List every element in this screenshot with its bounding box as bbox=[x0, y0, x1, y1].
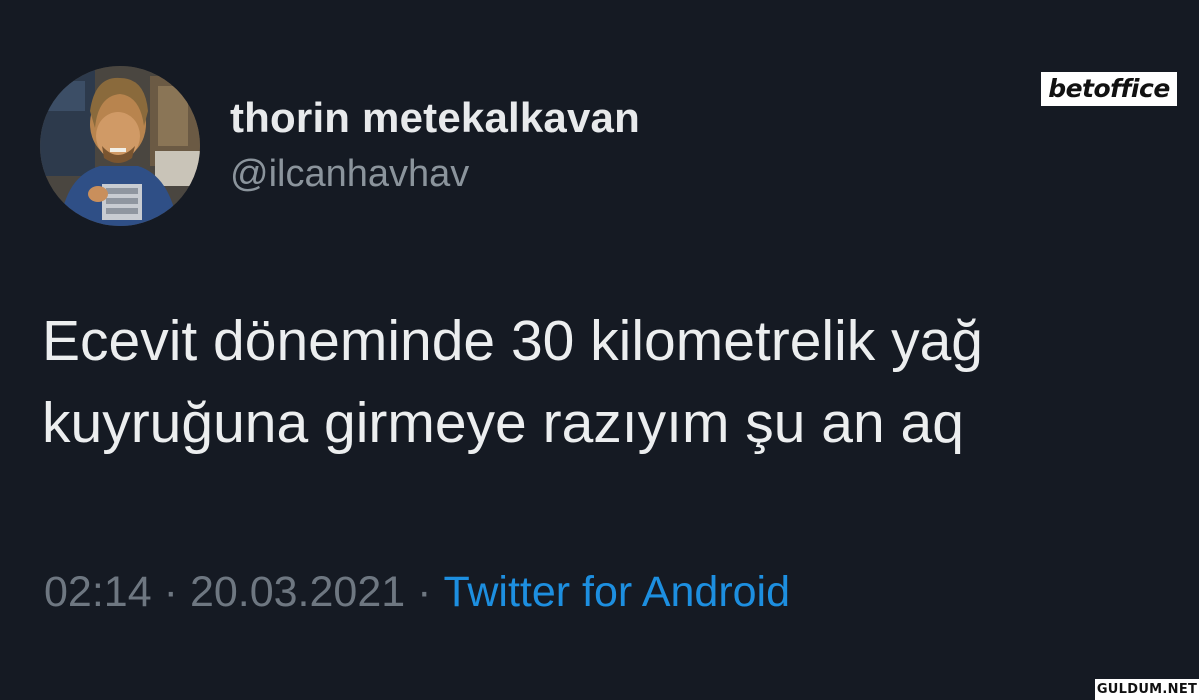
tweet-text-line: Ecevit döneminde 30 kilometrelik yağ bbox=[42, 309, 983, 373]
site-watermark: GULDUM.NET bbox=[1095, 679, 1199, 700]
tweet-time[interactable]: 02:14 bbox=[44, 568, 152, 616]
tweet-card: thorin metekalkavan @ilcanhavhav Ecevit … bbox=[0, 0, 1199, 700]
avatar[interactable] bbox=[40, 66, 200, 226]
meta-separator: · bbox=[163, 568, 178, 616]
tweet-date[interactable]: 20.03.2021 bbox=[190, 568, 405, 616]
tweet-source-link[interactable]: Twitter for Android bbox=[443, 568, 790, 616]
avatar-image bbox=[40, 66, 200, 226]
author-handle[interactable]: @ilcanhavhav bbox=[230, 153, 469, 196]
watermark-logo: betoffice bbox=[1041, 72, 1177, 106]
tweet-text: Ecevit döneminde 30 kilometrelik yağ kuy… bbox=[42, 300, 1162, 464]
tweet-meta: 02:14 · 20.03.2021 · Twitter for Android bbox=[44, 568, 790, 617]
meta-separator: · bbox=[417, 568, 432, 616]
author-display-name[interactable]: thorin metekalkavan bbox=[230, 94, 640, 142]
tweet-text-line: kuyruğuna girmeye razıyım şu an aq bbox=[42, 391, 964, 455]
